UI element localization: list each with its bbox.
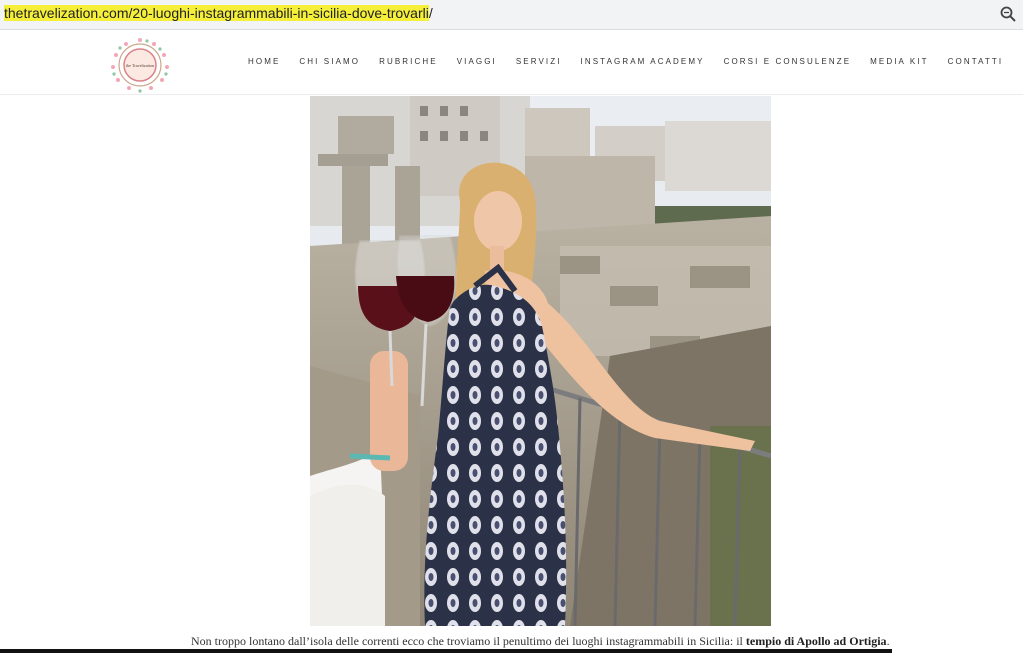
site-header: the Travelization HOME CHI SIAMO RUBRICH… (0, 31, 1023, 95)
nav-contatti[interactable]: CONTATTI (948, 57, 1004, 66)
url-highlight: thetravelization.com/20-luoghi-instagram… (4, 5, 429, 21)
nav-instagram-academy[interactable]: INSTAGRAM ACADEMY (581, 57, 705, 66)
nav-corsi-consulenze[interactable]: CORSI E CONSULENZE (724, 57, 852, 66)
caption-text: Non troppo lontano dall’isola delle corr… (191, 634, 746, 648)
article-photo (310, 96, 771, 626)
url-text[interactable]: thetravelization.com/20-luoghi-instagram… (4, 5, 433, 21)
logo-text: the Travelization (126, 63, 155, 68)
url-domain: thetravelization.com (4, 5, 129, 21)
bottom-bar (0, 649, 892, 653)
nav-home[interactable]: HOME (248, 57, 280, 66)
photo-illustration (310, 96, 771, 626)
article-caption: Non troppo lontano dall’isola delle corr… (191, 634, 890, 648)
nav-viaggi[interactable]: VIAGGI (457, 57, 497, 66)
address-bar[interactable]: thetravelization.com/20-luoghi-instagram… (0, 0, 1023, 30)
url-path: 20-luoghi-instagrammabili-in-sicilia-dov… (132, 5, 429, 21)
nav-chi-siamo[interactable]: CHI SIAMO (299, 57, 360, 66)
nav-media-kit[interactable]: MEDIA KIT (870, 57, 928, 66)
main-nav: HOME CHI SIAMO RUBRICHE VIAGGI SERVIZI I… (248, 57, 1022, 66)
nav-servizi[interactable]: SERVIZI (516, 57, 562, 66)
nav-rubriche[interactable]: RUBRICHE (379, 57, 438, 66)
caption-bold: tempio di Apollo ad Ortigia (745, 634, 887, 648)
site-logo[interactable]: the Travelization (110, 37, 170, 93)
magnifier-icon[interactable] (999, 5, 1017, 23)
